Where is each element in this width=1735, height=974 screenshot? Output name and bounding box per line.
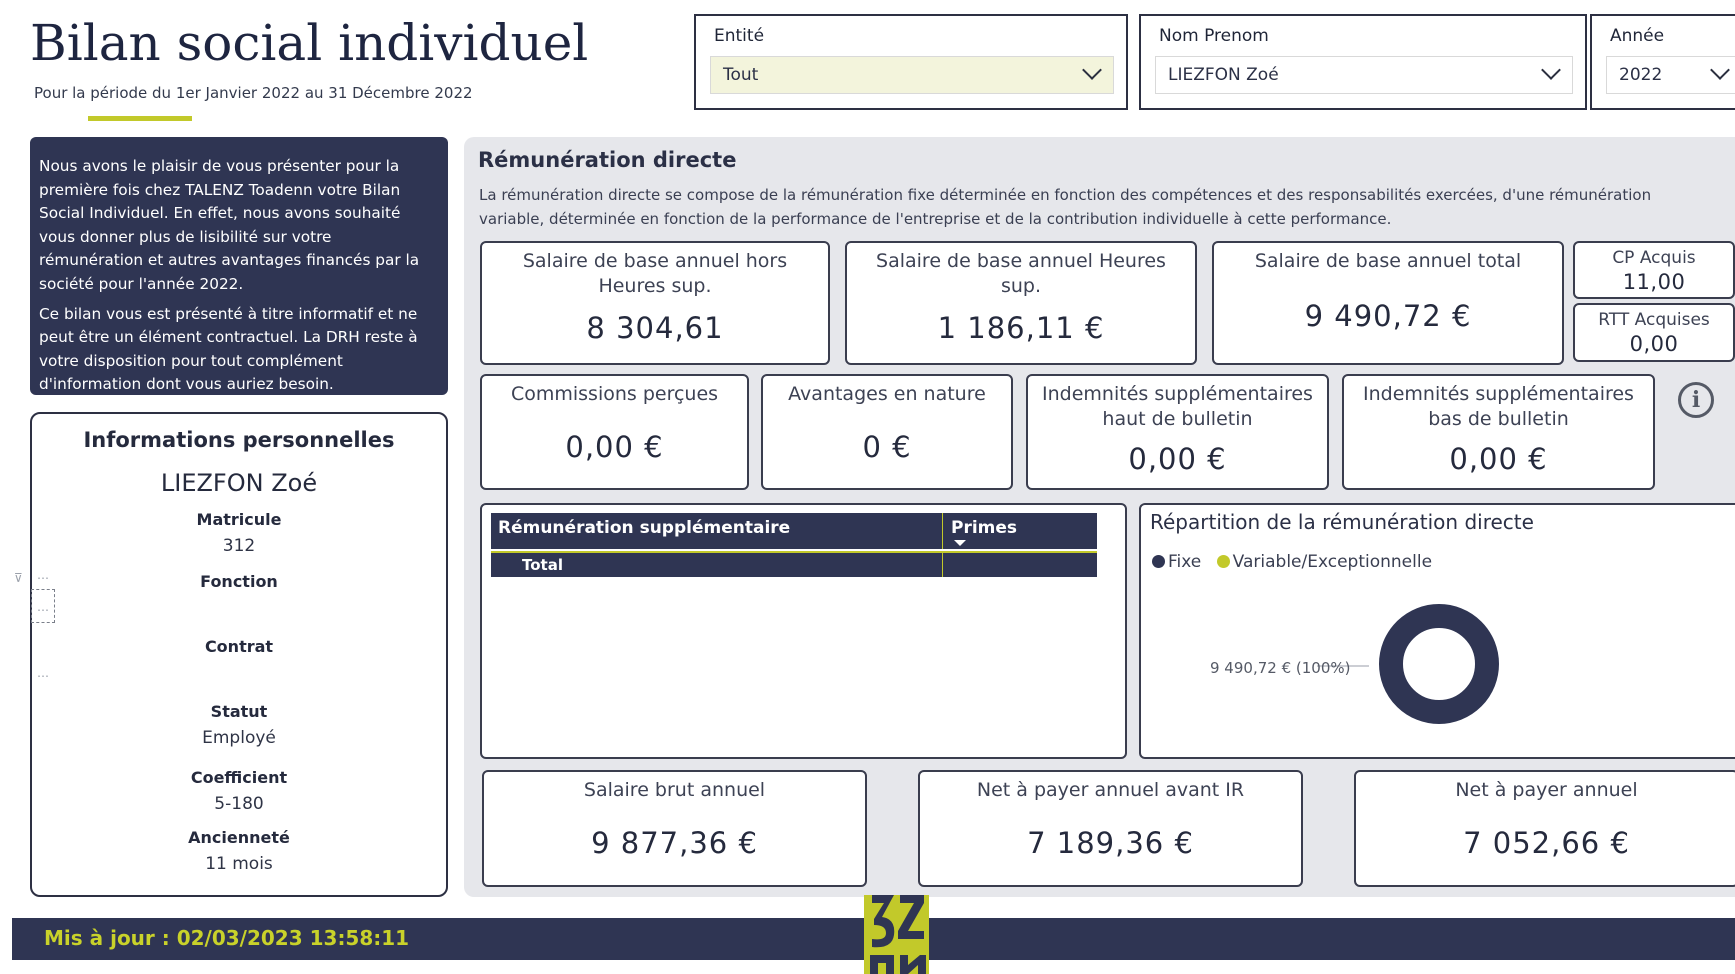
contrat-label: Contrat	[204, 637, 274, 656]
page-title: Bilan social individuel	[30, 14, 589, 72]
personal-info-title: Informations personnelles	[83, 428, 395, 452]
column-divider	[942, 513, 943, 549]
kpi-label: Salaire de base annuel total	[1254, 250, 1522, 272]
company-logo	[864, 895, 929, 974]
kpi-base-hors-hs: Salaire de base annuel hors Heures sup. …	[480, 241, 830, 365]
intro-box: Nous avons le plaisir de vous présenter …	[30, 137, 448, 395]
kpi-value: 1 186,11 €	[937, 311, 1105, 345]
kpi-value: 9 490,72 €	[1304, 299, 1472, 333]
kpi-label: Indemnités supplémentaires haut de bulle…	[1042, 383, 1313, 430]
entite-label: Entité	[714, 26, 765, 46]
kpi-value: 9 877,36 €	[591, 826, 758, 860]
sort-desc-icon[interactable]	[954, 540, 966, 546]
donut-chart	[1317, 604, 1499, 724]
chevron-down-icon	[1082, 60, 1102, 80]
table-total-row: Total	[491, 551, 1097, 577]
intro-paragraph-2: Ce bilan vous est présenté à titre infor…	[39, 304, 418, 394]
donut-data-label: 9 490,72 € (100%)	[1210, 659, 1351, 677]
entite-value: Tout	[723, 65, 759, 85]
kpi-value: 0,00 €	[1449, 442, 1548, 476]
entite-dropdown[interactable]: Tout	[710, 56, 1114, 94]
table-header-row: Rémunération supplémentaire Primes	[491, 513, 1097, 549]
kpi-net-avant-ir: Net à payer annuel avant IR 7 189,36 €	[918, 770, 1303, 887]
more-options-icon[interactable]: …	[37, 568, 49, 582]
statut-value: Employé	[202, 728, 276, 748]
remuneration-description: La rémunération directe se compose de la…	[479, 186, 1652, 228]
statut-label: Statut	[210, 702, 268, 721]
kpi-value: 8 304,61	[586, 311, 724, 345]
kpi-value: 0,00	[1629, 332, 1679, 356]
employee-name: LIEZFON Zoé	[160, 469, 318, 497]
kpi-cp-acquis: CP Acquis 11,00	[1573, 241, 1735, 299]
logo-mark	[870, 895, 926, 974]
entite-slicer[interactable]: Entité Tout	[694, 14, 1128, 110]
kpi-value: 7 052,66 €	[1463, 826, 1630, 860]
remuneration-title: Rémunération directe	[478, 148, 737, 172]
nom-slicer[interactable]: Nom Prenom LIEZFON Zoé	[1139, 14, 1587, 110]
kpi-label: CP Acquis	[1612, 248, 1696, 268]
nom-label: Nom Prenom	[1159, 26, 1269, 46]
kpi-value: 0 €	[862, 430, 912, 464]
matricule-label: Matricule	[196, 510, 282, 529]
anciennete-value: 11 mois	[205, 854, 273, 874]
kpi-value: 0,00 €	[565, 430, 664, 464]
intro-paragraph-1: Nous avons le plaisir de vous présenter …	[39, 157, 420, 293]
kpi-salaire-brut: Salaire brut annuel 9 877,36 €	[482, 770, 867, 887]
matricule-value: 312	[222, 536, 256, 556]
kpi-value: 11,00	[1622, 270, 1686, 294]
fonction-label: Fonction	[200, 572, 278, 591]
column-header-primes[interactable]: Primes	[951, 518, 1017, 538]
column-divider	[942, 553, 943, 577]
more-options-icon[interactable]: …	[37, 666, 49, 680]
info-icon[interactable]: i	[1678, 382, 1714, 418]
title-underline	[88, 116, 192, 121]
chevron-down-icon	[1541, 60, 1561, 80]
total-label: Total	[522, 556, 563, 574]
annee-label: Année	[1610, 26, 1665, 46]
nom-value: LIEZFON Zoé	[1168, 65, 1279, 85]
column-header-remuneration[interactable]: Rémunération supplémentaire	[498, 518, 790, 538]
kpi-label: Commissions perçues	[510, 383, 719, 405]
kpi-label: RTT Acquises	[1598, 310, 1710, 330]
annee-dropdown[interactable]: 2022	[1606, 56, 1735, 94]
donut-slice-fixe[interactable]	[1379, 604, 1499, 724]
annee-value: 2022	[1619, 65, 1663, 85]
kpi-label: Salaire de base annuel hors Heures sup.	[522, 250, 788, 297]
kpi-value: 0,00 €	[1128, 442, 1227, 476]
kpi-rtt-acquises: RTT Acquises 0,00	[1573, 303, 1735, 362]
kpi-label: Salaire de base annuel Heures sup.	[876, 250, 1166, 297]
kpi-indemnites-bas: Indemnités supplémentaires bas de bullet…	[1342, 374, 1655, 490]
kpi-commissions: Commissions perçues 0,00 €	[480, 374, 749, 490]
kpi-label: Indemnités supplémentaires bas de bullet…	[1363, 383, 1634, 430]
coefficient-value: 5-180	[214, 794, 264, 814]
nom-dropdown[interactable]: LIEZFON Zoé	[1155, 56, 1573, 94]
filter-icon[interactable]: ⊽	[14, 571, 23, 585]
kpi-base-total: Salaire de base annuel total 9 490,72 €	[1212, 241, 1564, 365]
personal-info-card: Informations personnelles LIEZFON Zoé Ma…	[30, 412, 448, 897]
chevron-down-icon	[1710, 60, 1730, 80]
period-subtitle: Pour la période du 1er Janvier 2022 au 3…	[34, 84, 473, 102]
coefficient-label: Coefficient	[190, 768, 288, 787]
kpi-label: Salaire brut annuel	[583, 779, 766, 801]
last-updated: Mis à jour : 02/03/2023 13:58:11	[44, 926, 410, 950]
kpi-label: Avantages en nature	[788, 383, 986, 405]
kpi-net-a-payer: Net à payer annuel 7 052,66 €	[1354, 770, 1735, 887]
kpi-label: Net à payer annuel avant IR	[976, 779, 1245, 801]
focus-mode-icon[interactable]: …	[31, 589, 55, 623]
anciennete-label: Ancienneté	[188, 828, 290, 847]
kpi-label: Net à payer annuel	[1455, 779, 1638, 801]
annee-slicer[interactable]: Année 2022	[1590, 14, 1735, 110]
kpi-value: 7 189,36 €	[1027, 826, 1194, 860]
kpi-base-hs: Salaire de base annuel Heures sup. 1 186…	[845, 241, 1197, 365]
kpi-avantages-nature: Avantages en nature 0 €	[761, 374, 1013, 490]
kpi-indemnites-haut: Indemnités supplémentaires haut de bulle…	[1026, 374, 1329, 490]
